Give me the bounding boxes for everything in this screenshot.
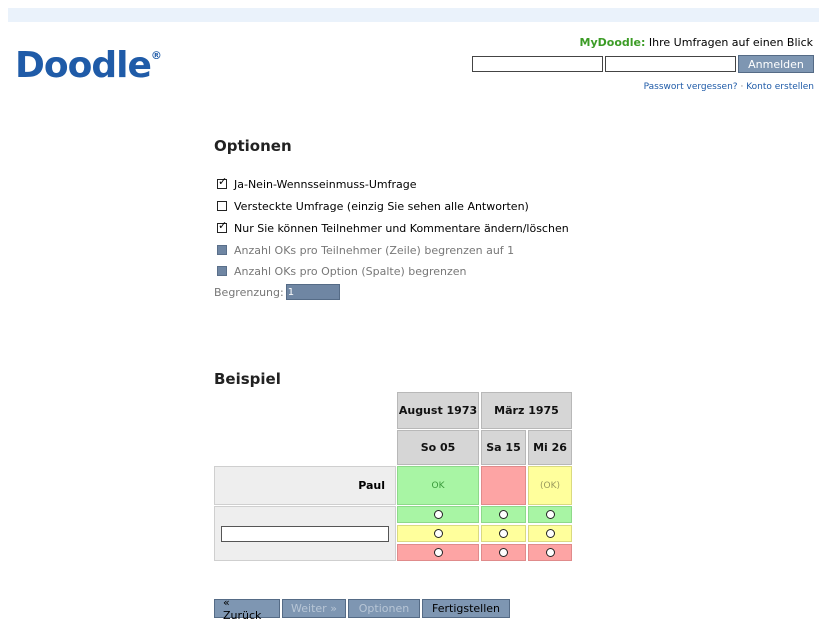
yes-no-maybe-checkbox[interactable] <box>217 175 227 189</box>
doodle-logo[interactable]: Doodle® <box>15 46 162 94</box>
create-account-link[interactable]: Konto erstellen <box>746 82 814 92</box>
day-header: Mi 26 <box>528 430 572 465</box>
option-label: Ja-Nein-Wennsseinmuss-Umfrage <box>234 177 417 191</box>
yes-radio[interactable] <box>433 510 443 519</box>
back-button[interactable]: « Zurück <box>214 596 280 622</box>
option-label: Anzahl OKs pro Option (Spalte) begrenzen <box>234 264 467 278</box>
username-input[interactable] <box>472 56 603 72</box>
radio-cell-no[interactable] <box>397 544 479 561</box>
option-yes-no-maybe[interactable]: Ja-Nein-Wennsseinmuss-Umfrage <box>217 175 417 192</box>
option-limit-per-option: Anzahl OKs pro Option (Spalte) begrenzen <box>217 263 467 279</box>
month-header: März 1975 <box>481 392 572 429</box>
day-header: Sa 15 <box>481 430 526 465</box>
no-radio[interactable] <box>545 548 555 557</box>
link-separator: · <box>740 82 744 92</box>
radio-cell-no[interactable] <box>481 544 526 561</box>
limit-row: Begrenzung: <box>214 284 340 300</box>
account-links: Passwort vergessen? · Konto erstellen <box>644 82 814 92</box>
radio-cell-maybe[interactable] <box>528 525 572 542</box>
hidden-poll-checkbox[interactable] <box>217 201 227 211</box>
forgot-password-link[interactable]: Passwort vergessen? <box>644 82 738 92</box>
new-participant-cell <box>214 506 396 561</box>
option-hidden-poll[interactable]: Versteckte Umfrage (einzig Sie sehen all… <box>217 198 529 214</box>
option-label: Nur Sie können Teilnehmer und Kommentare… <box>234 221 569 235</box>
only-owner-edit-checkbox[interactable] <box>217 219 227 233</box>
option-label: Anzahl OKs pro Teilnehmer (Zeile) begren… <box>234 243 515 257</box>
mydoodle-tagline: Ihre Umfragen auf einen Blick <box>648 36 813 49</box>
finish-button[interactable]: Fertigstellen <box>422 599 510 618</box>
limit-input <box>285 284 340 300</box>
day-header: So 05 <box>397 430 479 465</box>
yes-radio[interactable] <box>499 510 508 519</box>
no-radio[interactable] <box>499 548 508 557</box>
limit-per-participant-checkbox <box>217 245 227 255</box>
wizard-nav: « Zurück Weiter » Optionen Fertigstellen <box>214 596 512 622</box>
no-radio[interactable] <box>433 548 443 557</box>
participant-name: Paul <box>214 466 396 505</box>
mydoodle-brand: MyDoodle: <box>579 36 646 49</box>
radio-cell-yes[interactable] <box>528 506 572 523</box>
radio-cell-no[interactable] <box>528 544 572 561</box>
example-heading: Beispiel <box>214 370 281 388</box>
answer-no-cell <box>481 466 526 505</box>
logo-registered-mark: ® <box>150 49 162 62</box>
month-header: August 1973 <box>397 392 479 429</box>
participant-name-input[interactable] <box>221 525 389 542</box>
answer-maybe-cell: (OK) <box>528 466 572 505</box>
radio-cell-maybe[interactable] <box>481 525 526 542</box>
option-only-owner-edit[interactable]: Nur Sie können Teilnehmer und Kommentare… <box>217 219 569 236</box>
options-heading: Optionen <box>214 137 292 155</box>
radio-cell-yes[interactable] <box>481 506 526 523</box>
logo-text: Doodle <box>15 45 152 86</box>
radio-cell-yes[interactable] <box>397 506 479 523</box>
limit-per-option-checkbox <box>217 266 227 276</box>
limit-label: Begrenzung: <box>214 285 284 299</box>
login-button[interactable]: Anmelden <box>738 55 814 73</box>
mydoodle-banner: MyDoodle: Ihre Umfragen auf einen Blick <box>580 36 813 49</box>
top-band <box>8 8 819 22</box>
option-label: Versteckte Umfrage (einzig Sie sehen all… <box>234 199 529 213</box>
radio-cell-maybe[interactable] <box>397 525 479 542</box>
options-step-button: Optionen <box>348 599 420 618</box>
next-button: Weiter » <box>282 599 346 618</box>
maybe-radio[interactable] <box>433 529 443 538</box>
option-limit-per-participant: Anzahl OKs pro Teilnehmer (Zeile) begren… <box>217 242 514 258</box>
answer-yes-cell: OK <box>397 466 479 505</box>
yes-radio[interactable] <box>545 510 555 519</box>
maybe-radio[interactable] <box>545 529 555 538</box>
password-input[interactable] <box>605 56 736 72</box>
maybe-radio[interactable] <box>499 529 508 538</box>
